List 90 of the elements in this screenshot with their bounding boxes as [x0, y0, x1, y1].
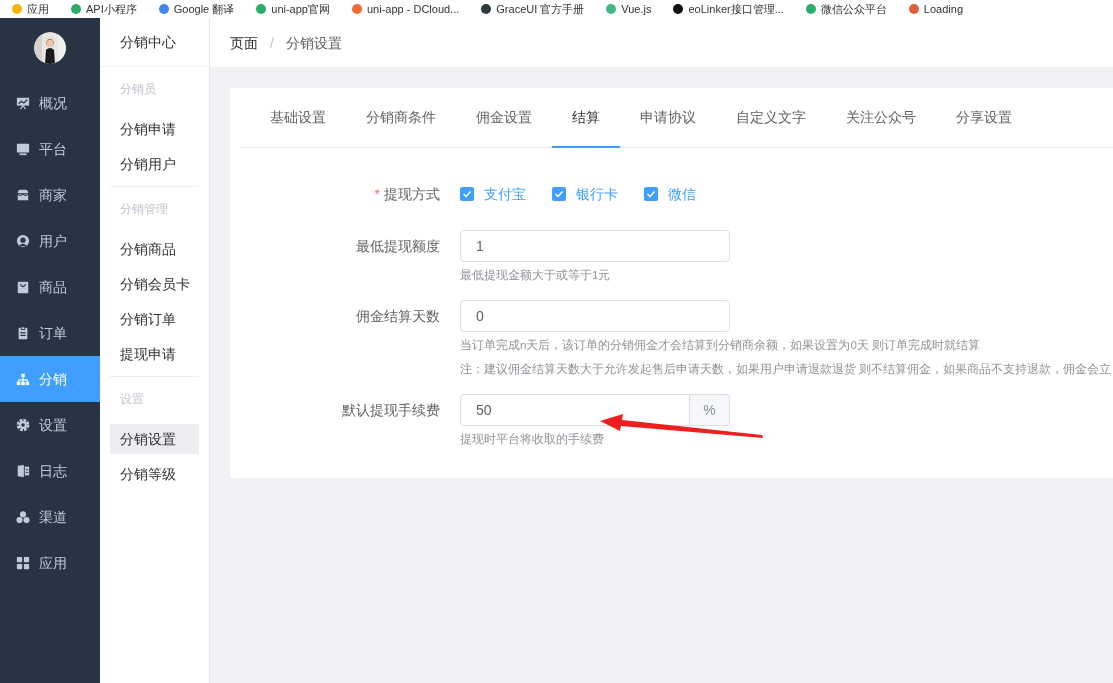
clipboard-icon — [16, 326, 30, 340]
help-text: 提现时平台将收取的手续费 — [460, 432, 605, 447]
sidebar-label: 应用 — [39, 554, 67, 573]
help-text: 当订单完成n天后，该订单的分销佣金才会结算到分销商余额，如果设置为0天 则订单完成时就结算 — [460, 338, 981, 353]
user-icon — [16, 234, 30, 248]
bookmark-link[interactable]: Loading — [908, 3, 963, 15]
tab[interactable]: 自定义文字 — [716, 88, 826, 148]
submenu-item[interactable]: 分销等级 — [110, 459, 199, 489]
bookmark-icon — [158, 4, 169, 14]
sidebar-label: 设置 — [39, 416, 67, 435]
bookmark-icon — [71, 4, 81, 14]
sidebar-label: 日志 — [39, 462, 67, 481]
input-field[interactable]: 0 — [460, 300, 730, 332]
field-label: 佣金结算天数 — [356, 308, 440, 324]
bookmark-link[interactable]: eoLinker接口管理... — [673, 3, 784, 15]
breadcrumb-item[interactable]: 页面 — [230, 32, 258, 53]
hierarchy-icon — [16, 372, 30, 386]
circles-icon — [16, 510, 30, 524]
bookmark-link[interactable]: GraceUI 官方手册 — [481, 3, 585, 15]
sidebar-item[interactable]: 平台 — [0, 126, 100, 172]
bookmark-link[interactable]: 应用 — [12, 3, 49, 15]
input-field[interactable]: 1 — [460, 230, 730, 262]
bookmark-icon — [351, 4, 362, 14]
required-mark: * — [374, 186, 380, 202]
input-field[interactable]: 50 — [460, 394, 690, 426]
sidebar-item[interactable]: 商品 — [0, 264, 100, 310]
bookmark-icon — [606, 4, 617, 14]
breadcrumb-separator: / — [270, 33, 274, 53]
bookmark-link[interactable]: 微信公众平台 — [805, 3, 887, 15]
submenu-title: 分销中心 — [100, 18, 209, 67]
submenu-item[interactable]: 分销申请 — [110, 114, 199, 144]
field-label: 默认提现手续费 — [342, 402, 440, 418]
checkbox-icon[interactable] — [644, 187, 658, 201]
unit-suffix: % — [690, 394, 730, 426]
bookmark-icon — [673, 4, 684, 14]
tab[interactable]: 结算 — [552, 88, 620, 148]
tab[interactable]: 基础设置 — [250, 88, 346, 148]
sidebar-item[interactable]: 日志 — [0, 448, 100, 494]
submenu-item[interactable]: 分销会员卡 — [110, 269, 199, 299]
sidebar-label: 用户 — [39, 232, 67, 251]
tab[interactable]: 分享设置 — [936, 88, 1032, 148]
bookmark-link[interactable]: API小程序 — [71, 3, 137, 15]
bookmark-link[interactable]: Vue.js — [606, 3, 652, 15]
presentation-icon — [16, 96, 30, 110]
sidebar-item[interactable]: 商家 — [0, 172, 100, 218]
sidebar-label: 平台 — [39, 140, 67, 159]
bookmark-icon — [481, 4, 492, 14]
sidebar-item[interactable]: 概况 — [0, 80, 100, 126]
sidebar-label: 订单 — [39, 324, 67, 343]
sidebar-label: 分销 — [39, 370, 67, 389]
submenu-item[interactable]: 分销用户 — [110, 149, 199, 179]
submenu-item[interactable]: 分销商品 — [110, 234, 199, 264]
group-heading: 分销管理 — [119, 201, 169, 218]
bookmark-link[interactable]: uni-app - DCloud... — [351, 3, 460, 15]
sidebar-label: 商品 — [39, 278, 67, 297]
grid-icon — [16, 556, 30, 570]
sidebar-label: 商家 — [39, 186, 67, 205]
checkbox-icon[interactable] — [460, 187, 474, 201]
tab[interactable]: 关注公众号 — [826, 88, 936, 148]
submenu-item[interactable]: 提现申请 — [110, 339, 199, 369]
help-text: 注：建议佣金结算天数大于允许发起售后申请天数，如果用户申请退款退货 则不结算佣金，如果商品不支持退款，佣金会立 — [460, 362, 1112, 377]
sidebar-label: 渠道 — [39, 508, 67, 527]
bag-icon — [16, 280, 30, 294]
submenu-item[interactable]: 分销订单 — [110, 304, 199, 334]
tab[interactable]: 佣金设置 — [456, 88, 552, 148]
settings-icon — [16, 418, 30, 432]
book-icon — [16, 464, 30, 478]
field-label: 最低提现额度 — [356, 238, 440, 254]
bookmark-icon — [256, 4, 267, 14]
breadcrumb-item: 分销设置 — [285, 33, 342, 53]
bookmark-icon — [805, 4, 816, 14]
sidebar-item[interactable]: 应用 — [0, 540, 100, 586]
sidebar-item[interactable]: 订单 — [0, 310, 100, 356]
store-icon — [16, 188, 30, 202]
tab[interactable]: 申请协议 — [620, 88, 716, 148]
group-heading: 分销员 — [119, 81, 157, 98]
bookmark-link[interactable]: uni-app官网 — [256, 3, 330, 15]
bookmark-icon — [12, 4, 22, 14]
checkbox-icon[interactable] — [552, 187, 566, 201]
help-text: 最低提现金额大于或等于1元 — [460, 268, 612, 283]
tab[interactable]: 分销商条件 — [346, 88, 456, 148]
sidebar-label: 概况 — [39, 94, 67, 113]
submenu-item[interactable]: 分销设置 — [110, 424, 199, 454]
sidebar-item[interactable]: 渠道 — [0, 494, 100, 540]
bookmark-icon — [908, 4, 919, 14]
field-label: 提现方式 — [384, 186, 440, 202]
monitor-icon — [16, 142, 30, 156]
sidebar-item[interactable]: 设置 — [0, 402, 100, 448]
bookmark-link[interactable]: Google 翻译 — [158, 3, 235, 15]
sidebar-item[interactable]: 用户 — [0, 218, 100, 264]
